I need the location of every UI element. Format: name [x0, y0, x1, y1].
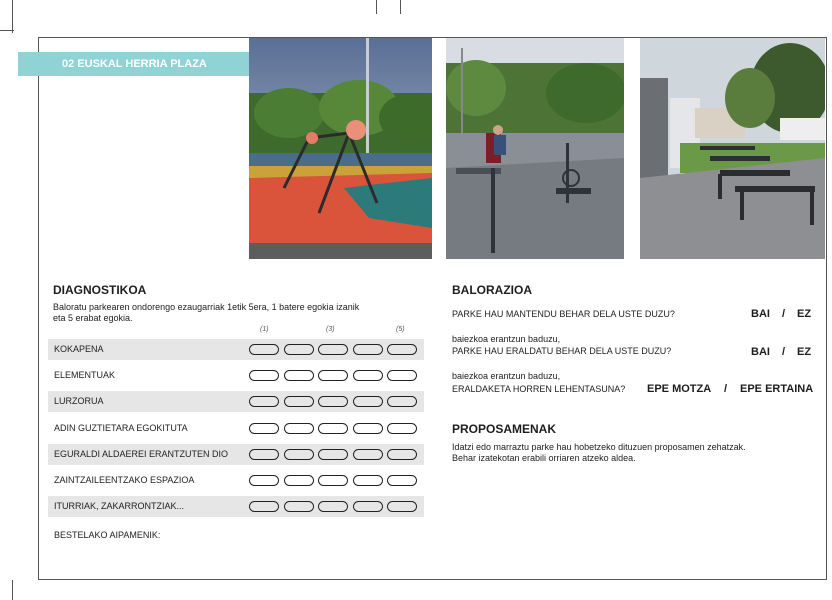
rating-row-label: ELEMENTUAK	[54, 370, 116, 381]
q3-condition: baiezkoa erantzun baduzu,	[452, 371, 561, 381]
rating-option-2[interactable]	[284, 370, 314, 382]
q2-separator: /	[782, 346, 786, 358]
rating-option-1[interactable]	[249, 448, 279, 460]
rating-option-3[interactable]	[318, 501, 348, 513]
rating-option-1[interactable]	[249, 344, 279, 355]
rating-row: ITURRIAK, ZAKARRONTZIAK...	[48, 496, 424, 518]
question-transform: PARKE HAU ERALDATU BEHAR DELA USTE DUZU?	[452, 346, 672, 356]
rating-row: ELEMENTUAK	[48, 365, 424, 386]
rating-row-label: ADIN GUZTIETARA EGOKITUTA	[54, 422, 188, 433]
rating-option-5[interactable]	[387, 344, 417, 355]
rating-row-label: EGURALDI ALDAEREI ERANTZUTEN DIO	[54, 448, 229, 459]
question-priority: ERALDAKETA HORREN LEHENTASUNA?	[452, 384, 626, 394]
rating-row-label: ITURRIAK, ZAKARRONTZIAK...	[54, 501, 185, 512]
scale-label-3: (3)	[326, 326, 335, 333]
medium-term-option[interactable]: EPE ERTAINA	[740, 383, 813, 395]
q1-no-option[interactable]: EZ	[797, 308, 811, 320]
crop-mark	[400, 0, 401, 14]
rating-option-4[interactable]	[353, 344, 383, 355]
rating-option-5[interactable]	[387, 501, 417, 513]
benches-photo	[640, 38, 825, 259]
rating-option-3[interactable]	[318, 370, 348, 382]
proposamenak-text-2: Behar izatekotan erabili orriaren atzeko…	[452, 453, 636, 463]
short-term-option[interactable]: EPE MOTZA	[647, 383, 711, 395]
rating-option-4[interactable]	[353, 422, 383, 434]
rating-row: LURZORUA	[48, 391, 424, 413]
q3-separator: /	[724, 383, 728, 395]
rating-option-3[interactable]	[318, 396, 348, 408]
rating-option-2[interactable]	[284, 396, 314, 408]
rating-option-2[interactable]	[284, 344, 314, 355]
rating-row: EGURALDI ALDAEREI ERANTZUTEN DIO	[48, 443, 424, 465]
q1-yes-option[interactable]: BAI	[751, 308, 770, 320]
q2-yes-option[interactable]: BAI	[751, 346, 770, 358]
proposamenak-text-1: Idatzi edo marraztu parke hau hobetzeko …	[452, 442, 746, 452]
rating-option-5[interactable]	[387, 370, 417, 382]
rating-row-label: LURZORUA	[54, 396, 104, 407]
rating-option-5[interactable]	[387, 422, 417, 434]
rating-option-3[interactable]	[318, 344, 348, 355]
rating-option-2[interactable]	[284, 422, 314, 434]
rating-row: ADIN GUZTIETARA EGOKITUTA	[48, 418, 424, 439]
crop-mark	[376, 0, 377, 14]
q2-condition: baiezkoa erantzun baduzu,	[452, 334, 561, 344]
diagnostikoa-heading: DIAGNOSTIKOA	[53, 283, 147, 297]
rating-option-3[interactable]	[318, 422, 348, 434]
rating-option-1[interactable]	[249, 475, 279, 486]
rating-option-1[interactable]	[249, 396, 279, 408]
rating-option-4[interactable]	[353, 448, 383, 460]
rating-option-1[interactable]	[249, 370, 279, 382]
balorazioa-heading: BALORAZIOA	[452, 283, 532, 297]
rating-option-3[interactable]	[318, 475, 348, 486]
crop-mark	[12, 0, 13, 33]
rating-row-label: KOKAPENA	[54, 344, 104, 354]
rating-row: KOKAPENA	[48, 339, 424, 360]
rating-option-2[interactable]	[284, 501, 314, 513]
rating-option-2[interactable]	[284, 475, 314, 486]
question-maintain: PARKE HAU MANTENDU BEHAR DELA USTE DUZU?	[452, 309, 675, 319]
rating-option-1[interactable]	[249, 422, 279, 434]
playground-photo	[249, 38, 432, 259]
other-comments-label: BESTELAKO AIPAMENIK:	[54, 530, 161, 540]
rating-row-label: ZAINTZAILEENTZAKO ESPAZIOA	[54, 475, 195, 485]
scale-label-1: (1)	[260, 326, 269, 333]
proposamenak-heading: PROPOSAMENAK	[452, 422, 557, 436]
rating-option-3[interactable]	[318, 448, 348, 460]
rating-option-4[interactable]	[353, 501, 383, 513]
diagnostikoa-instructions-1: Baloratu parkearen ondorengo ezaugarriak…	[53, 302, 360, 312]
crop-mark	[12, 580, 13, 600]
q2-no-option[interactable]: EZ	[797, 346, 811, 358]
rating-option-4[interactable]	[353, 370, 383, 382]
rating-option-1[interactable]	[249, 501, 279, 513]
scale-label-5: (5)	[396, 326, 405, 333]
rating-option-5[interactable]	[387, 448, 417, 460]
rating-row: ZAINTZAILEENTZAKO ESPAZIOA	[48, 470, 424, 491]
rating-option-4[interactable]	[353, 396, 383, 408]
rating-option-5[interactable]	[387, 396, 417, 408]
rating-option-5[interactable]	[387, 475, 417, 486]
outdoor-fitness-photo	[446, 38, 624, 259]
park-title-banner: 02 EUSKAL HERRIA PLAZA	[18, 52, 250, 76]
rating-option-4[interactable]	[353, 475, 383, 486]
q1-separator: /	[782, 308, 786, 320]
diagnostikoa-instructions-2: eta 5 erabat egokia.	[53, 313, 133, 323]
rating-option-2[interactable]	[284, 448, 314, 460]
